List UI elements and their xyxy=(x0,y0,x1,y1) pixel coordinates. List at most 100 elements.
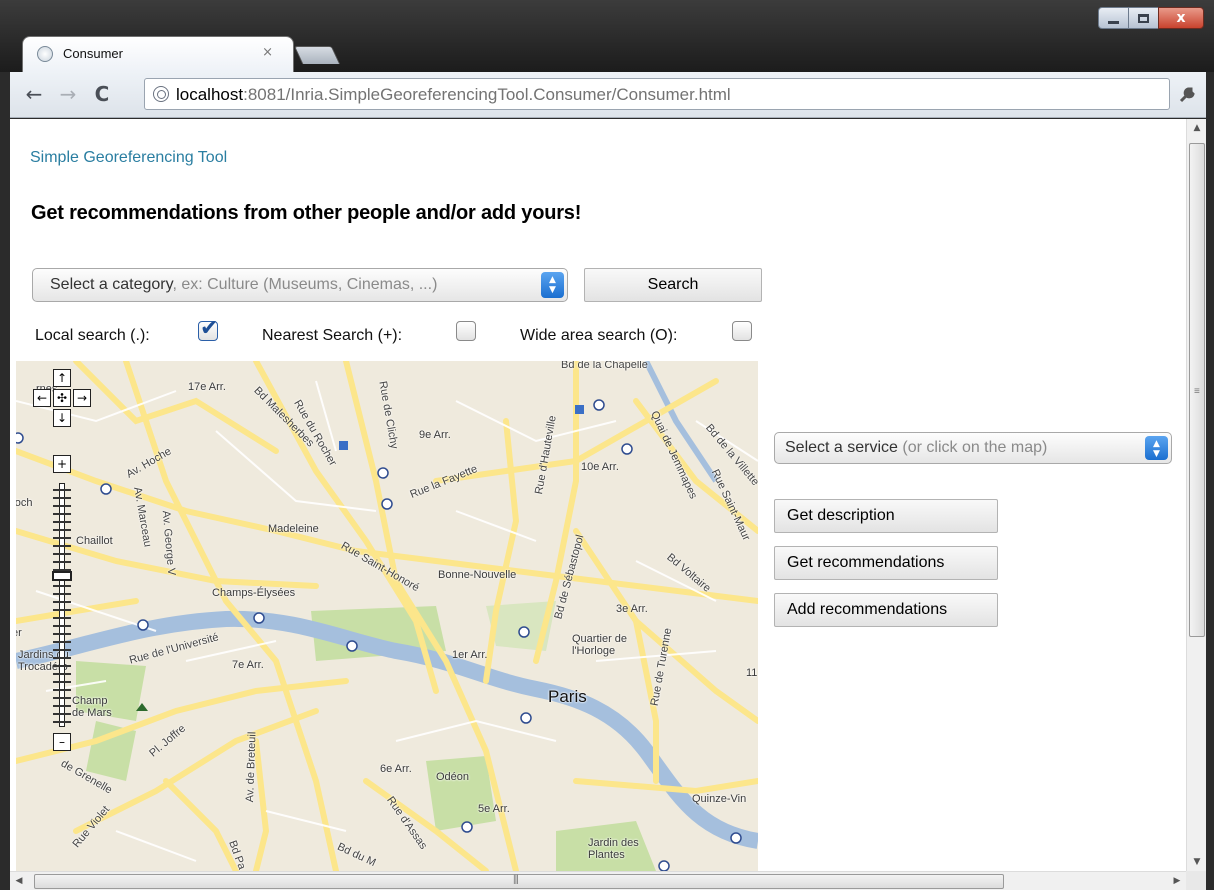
pan-up-button[interactable]: ↑ xyxy=(53,369,71,387)
zoom-tick xyxy=(53,705,71,707)
service-select-text: Select a service (or click on the map) xyxy=(785,439,1047,457)
globe-icon xyxy=(37,46,53,62)
window-titlebar: x Consumer × xyxy=(0,0,1214,72)
zoom-tick xyxy=(53,529,71,531)
zoom-in-button[interactable]: + xyxy=(53,455,71,473)
zoom-tick xyxy=(53,689,71,691)
map-label: Av. de Breteuil xyxy=(244,731,259,803)
zoom-tick xyxy=(53,593,71,595)
zoom-tick xyxy=(53,657,71,659)
minimize-button[interactable] xyxy=(1098,7,1128,29)
vertical-scrollbar[interactable]: ▲ ≡ ▼ xyxy=(1186,119,1206,871)
get-description-button[interactable]: Get description xyxy=(774,499,998,533)
category-select-text: Select a category, ex: Culture (Museums,… xyxy=(50,276,437,294)
close-icon: x xyxy=(1176,10,1186,26)
service-select-hint: (or click on the map) xyxy=(897,439,1048,456)
page-info-icon[interactable] xyxy=(153,86,169,102)
map-label: er xyxy=(16,627,22,639)
tab-close-icon[interactable]: × xyxy=(262,45,273,60)
map-label: Champs-Élysées xyxy=(212,587,296,599)
zoom-out-button[interactable]: – xyxy=(53,733,71,751)
zoom-tick xyxy=(53,521,71,523)
map-label: Quartier de l'Horloge xyxy=(572,633,628,657)
map-label: Bonne-Nouvelle xyxy=(438,569,517,581)
zoom-tick xyxy=(53,681,71,683)
map-label: Odéon xyxy=(436,771,470,783)
browser-tab[interactable]: Consumer × xyxy=(22,36,294,72)
pan-center-button[interactable]: ✣ xyxy=(53,389,71,407)
zoom-tick xyxy=(53,609,71,611)
maximize-icon xyxy=(1138,13,1149,23)
horizontal-scroll-thumb[interactable]: ||| xyxy=(34,874,1004,889)
app-brand[interactable]: Simple Georeferencing Tool xyxy=(30,149,227,167)
grip-icon: ||| xyxy=(513,874,519,885)
zoom-tick xyxy=(53,585,71,587)
map-label: Champ de Mars xyxy=(72,695,112,719)
wrench-icon[interactable] xyxy=(1178,84,1198,109)
map-label: 10e Arr. xyxy=(581,461,619,473)
zoom-tick xyxy=(53,625,71,627)
back-arrow-icon[interactable]: ← xyxy=(22,82,46,106)
url-host: localhost xyxy=(176,85,244,104)
zoom-tick xyxy=(53,489,71,491)
service-select-label: Select a service xyxy=(785,439,898,456)
nearest-search-label: Nearest Search (+): xyxy=(262,327,403,344)
map-label: 17e Arr. xyxy=(188,381,226,393)
select-arrows-icon: ▲ ▼ xyxy=(541,272,564,298)
local-search-checkbox[interactable] xyxy=(198,316,218,341)
category-select[interactable]: Select a category, ex: Culture (Museums,… xyxy=(32,268,568,302)
zoom-tick xyxy=(53,497,71,499)
pan-left-button[interactable]: ← xyxy=(33,389,51,407)
get-recommendations-button[interactable]: Get recommendations xyxy=(774,546,998,580)
wide-area-search-label: Wide area search (O): xyxy=(520,327,678,344)
new-tab-button[interactable] xyxy=(293,46,341,64)
tab-title: Consumer xyxy=(63,46,123,61)
zoom-tick xyxy=(53,649,71,651)
scroll-up-arrow-icon[interactable]: ▲ xyxy=(1187,119,1207,137)
zoom-tick xyxy=(53,633,71,635)
maximize-button[interactable] xyxy=(1128,7,1158,29)
pan-right-button[interactable]: → xyxy=(73,389,91,407)
map-label: Jardins du Trocadéro xyxy=(18,649,69,673)
map-label: 1er Arr. xyxy=(452,649,488,661)
nearest-search-checkbox[interactable] xyxy=(456,321,476,341)
forward-arrow-icon[interactable]: → xyxy=(56,82,80,106)
search-button[interactable]: Search xyxy=(584,268,762,302)
zoom-tick xyxy=(53,641,71,643)
zoom-tick xyxy=(53,553,71,555)
minimize-icon xyxy=(1108,20,1119,24)
horizontal-scrollbar[interactable]: ◀ ||| ▶ xyxy=(10,871,1186,890)
reload-icon[interactable]: C xyxy=(90,82,114,106)
map-label: 11 xyxy=(746,667,758,679)
category-select-label: Select a category xyxy=(50,276,173,293)
grip-icon: ≡ xyxy=(1194,386,1200,397)
select-arrows-icon: ▲ ▼ xyxy=(1145,436,1168,460)
window-controls: x xyxy=(1098,7,1204,29)
address-bar[interactable]: localhost:8081/Inria.SimpleGeoreferencin… xyxy=(144,78,1170,110)
vertical-scroll-thumb[interactable]: ≡ xyxy=(1189,143,1205,637)
map-label: Chaillot xyxy=(76,535,113,547)
map-label: Madeleine xyxy=(268,523,319,535)
zoom-tick xyxy=(53,617,71,619)
map-label: Jardin des Plantes xyxy=(588,837,639,861)
map-label: 9e Arr. xyxy=(419,429,451,441)
scroll-down-arrow-icon[interactable]: ▼ xyxy=(1187,853,1207,871)
scroll-right-arrow-icon[interactable]: ▶ xyxy=(1168,872,1186,890)
scroll-left-arrow-icon[interactable]: ◀ xyxy=(10,872,28,890)
map-label: 5e Arr. xyxy=(478,803,510,815)
browser-toolbar: ← → C localhost:8081/Inria.SimpleGeorefe… xyxy=(10,72,1206,118)
add-recommendations-button[interactable]: Add recommendations xyxy=(774,593,998,627)
service-select[interactable]: Select a service (or click on the map) ▲… xyxy=(774,432,1172,464)
zoom-slider-thumb[interactable] xyxy=(52,571,72,581)
address-url[interactable]: localhost:8081/Inria.SimpleGeoreferencin… xyxy=(176,85,731,105)
wide-area-search-checkbox[interactable] xyxy=(732,321,752,341)
map-canvas[interactable]: Bd de la Chapelle 17e Arr. rnes Bd Males… xyxy=(16,361,758,871)
zoom-tick xyxy=(53,665,71,667)
zoom-tick xyxy=(53,505,71,507)
close-button[interactable]: x xyxy=(1158,7,1204,29)
zoom-tick xyxy=(53,721,71,723)
zoom-tick xyxy=(53,713,71,715)
map-label: Bd de la Chapelle xyxy=(561,361,648,371)
map-label: 6e Arr. xyxy=(380,763,412,775)
pan-down-button[interactable]: ↓ xyxy=(53,409,71,427)
